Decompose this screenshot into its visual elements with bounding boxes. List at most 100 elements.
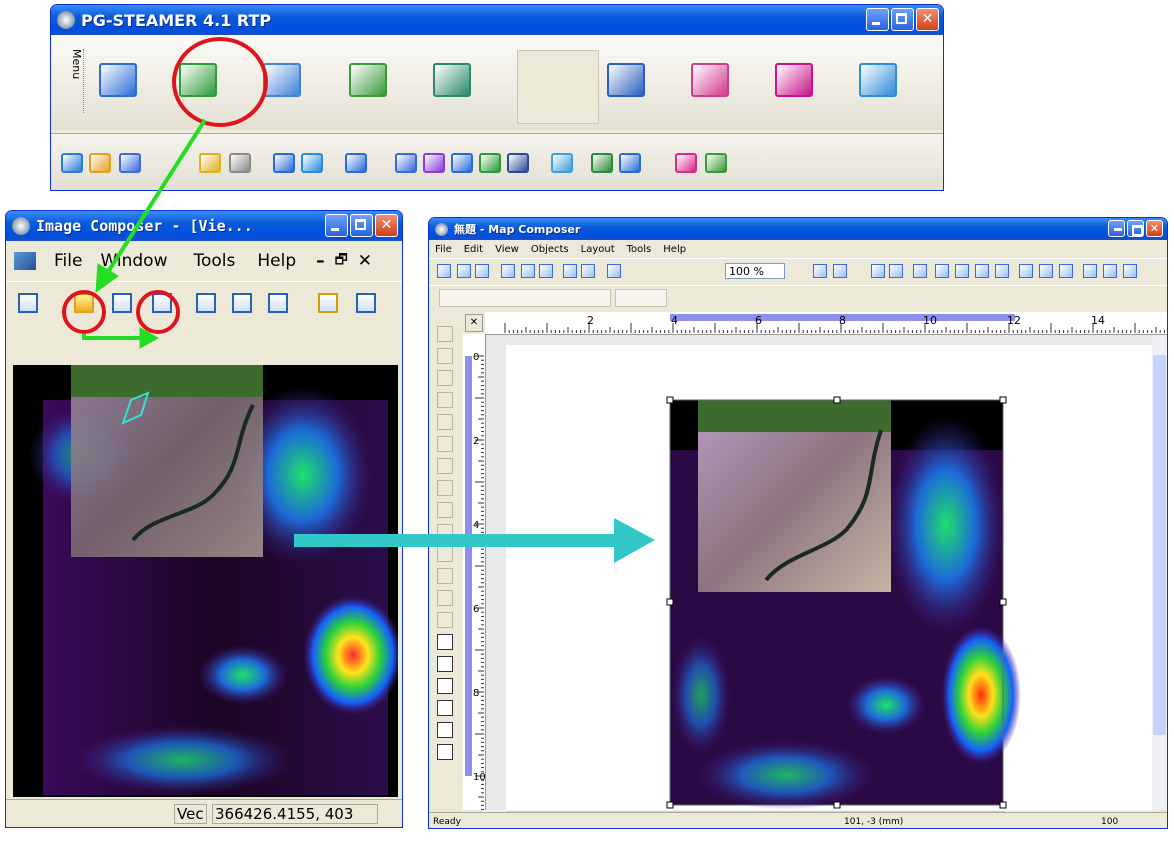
resize-icon[interactable] (423, 153, 445, 173)
map-tool-19-icon[interactable] (1019, 264, 1033, 278)
map-tool-5-icon[interactable] (539, 264, 553, 278)
map-tool-17-icon[interactable] (975, 264, 989, 278)
map-tool-0-icon[interactable] (437, 264, 451, 278)
import-icon[interactable] (345, 153, 367, 173)
map-tool-11-icon[interactable] (833, 264, 847, 278)
toolbox-0-icon[interactable] (437, 326, 453, 342)
toolbox-13-icon[interactable] (437, 612, 453, 628)
toolbox-18-icon[interactable] (437, 722, 453, 738)
menu-help[interactable]: Help (663, 244, 686, 255)
map-tool-16-icon[interactable] (955, 264, 969, 278)
map-tool-24-icon[interactable] (1123, 264, 1137, 278)
toolbox-7-icon[interactable] (437, 480, 453, 496)
ruler-corner-icon[interactable]: ✕ (465, 314, 483, 332)
map-tool-15-icon[interactable] (935, 264, 949, 278)
menu-view[interactable]: View (495, 244, 519, 255)
vector-icon[interactable] (263, 63, 301, 97)
help-icon[interactable] (318, 293, 338, 313)
network-icon[interactable] (607, 63, 645, 97)
map-tool-21-icon[interactable] (1059, 264, 1073, 278)
title-bar[interactable]: PG-STEAMER 4.1 RTP (51, 5, 943, 35)
stack-icon[interactable] (119, 153, 141, 173)
close-button[interactable]: ✕ (1146, 220, 1163, 237)
map-tool-13-icon[interactable] (889, 264, 903, 278)
gps-icon[interactable] (61, 153, 83, 173)
menu-edit[interactable]: Edit (464, 244, 483, 255)
map-tool-14-icon[interactable] (913, 264, 927, 278)
chart-icon[interactable] (705, 153, 727, 173)
zoom-combo[interactable]: 100 % (725, 263, 785, 279)
magic-grid-icon[interactable] (691, 63, 729, 97)
copy-icon[interactable] (273, 153, 295, 173)
draw-icon[interactable] (675, 153, 697, 173)
menu-button[interactable]: Menu (65, 49, 84, 113)
toolbox-6-icon[interactable] (437, 458, 453, 474)
map-tool-18-icon[interactable] (995, 264, 1009, 278)
menu-tools[interactable]: Tools (193, 251, 235, 271)
map-tool-1-icon[interactable] (457, 264, 471, 278)
maximize-button[interactable] (1127, 220, 1144, 237)
toolbox-16-icon[interactable] (437, 678, 453, 694)
layout-icon[interactable] (18, 293, 38, 313)
toolbox-10-icon[interactable] (437, 546, 453, 562)
minimize-button[interactable] (866, 8, 889, 31)
map-tool-12-icon[interactable] (871, 264, 885, 278)
layer-icon[interactable] (591, 153, 613, 173)
font-combo[interactable] (439, 289, 611, 307)
minimize-button[interactable] (1108, 220, 1125, 237)
map-tool-7-icon[interactable] (581, 264, 595, 278)
menu-layout[interactable]: Layout (581, 244, 615, 255)
title-bar[interactable]: 無題 - Map Composer ✕ (429, 218, 1167, 240)
toolbox-17-icon[interactable] (437, 700, 453, 716)
globe-icon[interactable] (479, 153, 501, 173)
close-button[interactable] (916, 8, 939, 31)
map-tool-2-icon[interactable] (475, 264, 489, 278)
menu-objects[interactable]: Objects (531, 244, 569, 255)
text-icon[interactable] (196, 293, 216, 313)
layers-icon[interactable] (349, 63, 387, 97)
mdi-restore-icon[interactable]: 🗗 (335, 249, 348, 273)
map-tool-3-icon[interactable] (501, 264, 515, 278)
menu-file[interactable]: File (54, 251, 82, 271)
map-tool-20-icon[interactable] (1039, 264, 1053, 278)
help-icon[interactable] (199, 153, 221, 173)
close-button[interactable] (375, 214, 398, 237)
size-combo[interactable] (615, 289, 667, 307)
palette-icon[interactable] (551, 153, 573, 173)
toolbox-5-icon[interactable] (437, 436, 453, 452)
toolbox-9-icon[interactable] (437, 524, 453, 540)
toolbox-3-icon[interactable] (437, 392, 453, 408)
maximize-button[interactable] (350, 214, 373, 237)
mdi-close-icon[interactable]: ✕ (358, 251, 372, 271)
sum-icon[interactable] (356, 293, 376, 313)
table-icon[interactable] (99, 63, 137, 97)
calculator-icon[interactable] (507, 153, 529, 173)
toolbox-12-icon[interactable] (437, 590, 453, 606)
legend-icon[interactable] (433, 63, 471, 97)
split-icon[interactable] (301, 153, 323, 173)
toolbox-8-icon[interactable] (437, 502, 453, 518)
toolbox-14-icon[interactable] (437, 634, 453, 650)
map-tool-10-icon[interactable] (813, 264, 827, 278)
title-bar[interactable]: Image Composer - [Vie... (6, 211, 402, 241)
map-tool-23-icon[interactable] (1103, 264, 1117, 278)
mdi-minimize-icon[interactable]: – (316, 251, 325, 271)
map-tool-22-icon[interactable] (1083, 264, 1097, 278)
maximize-button[interactable] (891, 8, 914, 31)
image-canvas[interactable] (13, 365, 398, 797)
info-icon[interactable] (229, 153, 251, 173)
toolbox-1-icon[interactable] (437, 348, 453, 364)
menu-help[interactable]: Help (257, 251, 296, 271)
minimize-button[interactable] (325, 214, 348, 237)
image-icon[interactable] (232, 293, 252, 313)
window-icon[interactable] (268, 293, 288, 313)
toolbox-15-icon[interactable] (437, 656, 453, 672)
frame-icon[interactable] (395, 153, 417, 173)
map-tool-4-icon[interactable] (521, 264, 535, 278)
help-book-icon[interactable] (775, 63, 813, 97)
save-icon[interactable] (112, 293, 132, 313)
map-tool-8-icon[interactable] (607, 264, 621, 278)
vertical-scrollbar[interactable] (1152, 335, 1167, 810)
toolbox-2-icon[interactable] (437, 370, 453, 386)
menu-file[interactable]: File (435, 244, 452, 255)
